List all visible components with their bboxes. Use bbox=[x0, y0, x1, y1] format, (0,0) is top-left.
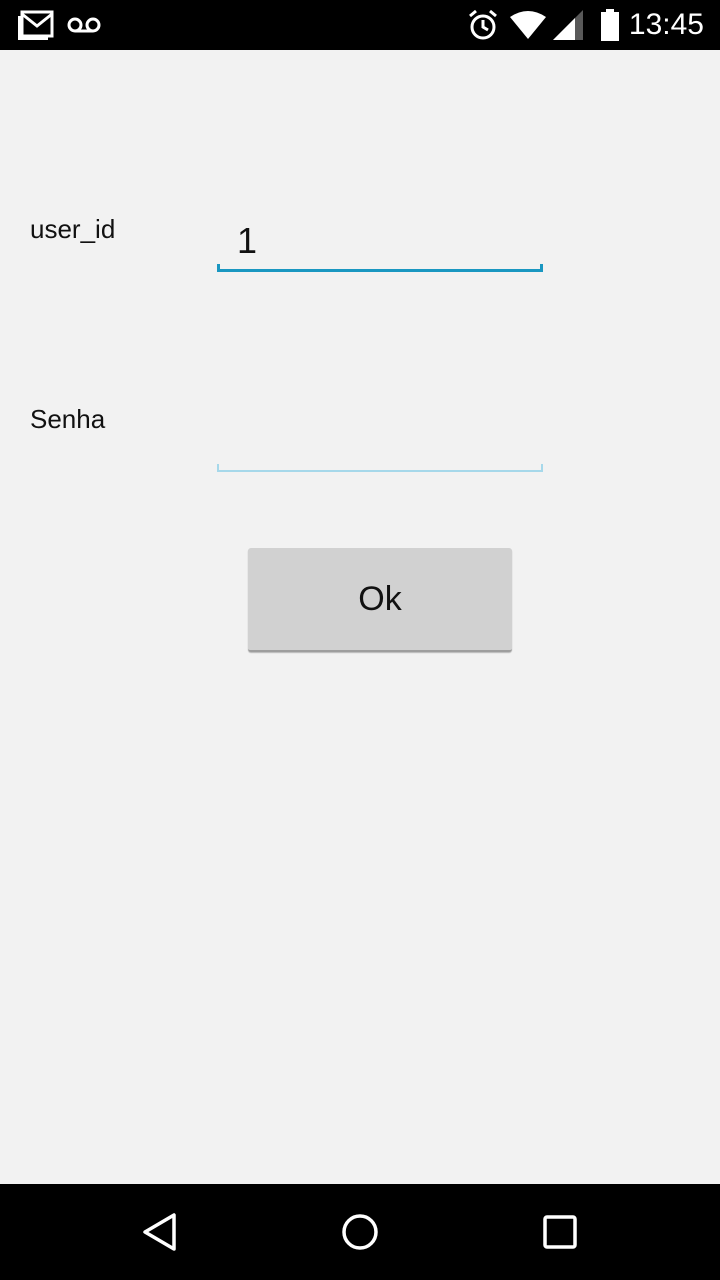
gmail-icon bbox=[16, 0, 56, 50]
wifi-icon bbox=[508, 0, 548, 50]
user-id-value: 1 bbox=[237, 220, 258, 261]
password-underline bbox=[217, 464, 543, 472]
status-bar: 13:45 bbox=[0, 0, 720, 50]
home-icon[interactable] bbox=[300, 1184, 420, 1280]
back-icon[interactable] bbox=[100, 1184, 220, 1280]
user-id-input[interactable]: 1 bbox=[217, 212, 543, 272]
voicemail-icon bbox=[66, 0, 102, 50]
signal-icon bbox=[552, 0, 584, 50]
user-id-label: user_id bbox=[30, 214, 116, 244]
password-label: Senha bbox=[30, 404, 106, 434]
ok-button[interactable]: Ok bbox=[248, 548, 512, 652]
login-form: user_id 1 Senha Ok bbox=[0, 50, 720, 1184]
status-time: 13:45 bbox=[628, 8, 704, 41]
alarm-icon bbox=[466, 0, 500, 50]
battery-icon bbox=[596, 0, 624, 50]
password-input[interactable] bbox=[217, 412, 543, 472]
user-id-underline bbox=[217, 264, 543, 272]
recents-icon[interactable] bbox=[500, 1184, 620, 1280]
navigation-bar bbox=[0, 1184, 720, 1280]
